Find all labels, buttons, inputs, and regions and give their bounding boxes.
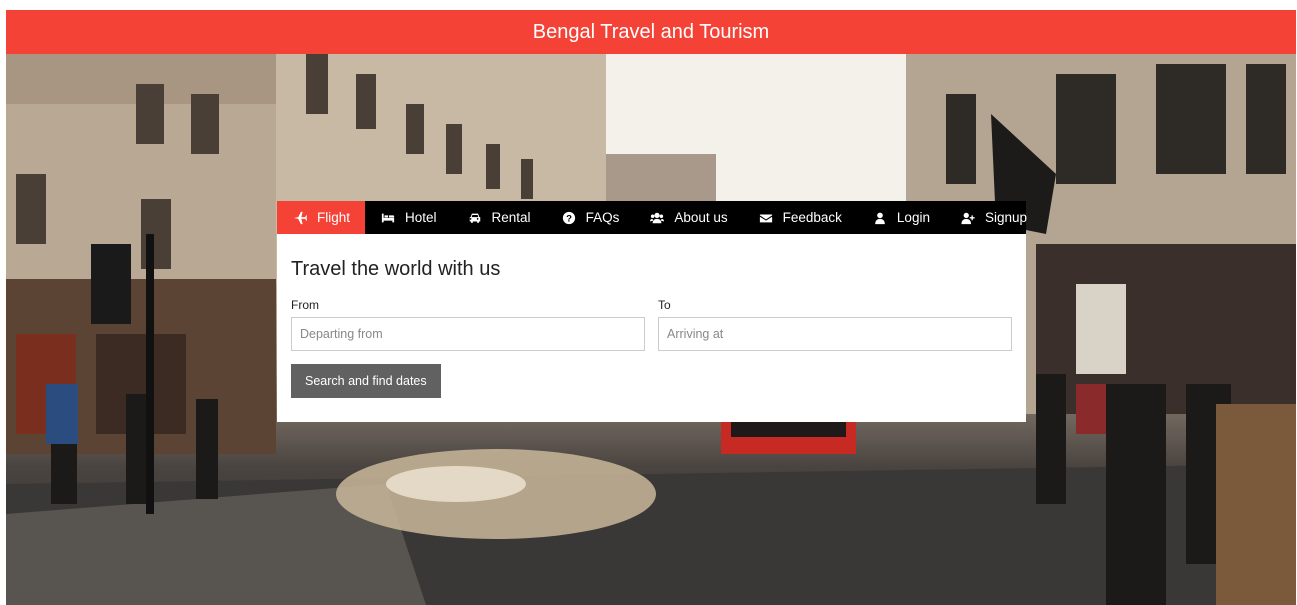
svg-text:?: ?: [566, 213, 572, 224]
tab-faqs-label: FAQs: [585, 210, 620, 225]
tab-rental[interactable]: Rental: [452, 201, 546, 234]
flight-search-form: Travel the world with us From To Search …: [277, 234, 1026, 398]
tab-hotel-label: Hotel: [405, 210, 437, 225]
tab-faqs[interactable]: ? FAQs: [546, 201, 635, 234]
to-label: To: [658, 298, 671, 312]
tab-feedback-label: Feedback: [782, 210, 842, 225]
bed-icon: [380, 211, 396, 225]
to-input[interactable]: [658, 317, 1012, 351]
from-label: From: [291, 298, 319, 312]
tab-feedback[interactable]: Feedback: [743, 201, 857, 234]
site-title: Bengal Travel and Tourism: [532, 20, 770, 43]
tab-rental-label: Rental: [491, 210, 531, 225]
users-icon: [649, 211, 665, 225]
search-button[interactable]: Search and find dates: [291, 364, 441, 398]
tab-signup-label: Signup: [984, 210, 1028, 225]
form-title: Travel the world with us: [291, 258, 501, 280]
tab-about-us-label: About us: [674, 210, 728, 225]
tab-hotel[interactable]: Hotel: [365, 201, 452, 234]
tab-about-us[interactable]: About us: [634, 201, 742, 234]
user-plus-icon: [960, 211, 976, 225]
to-field-group: To: [658, 298, 1012, 351]
tab-nav: Flight Hotel Rental ? FAQs About us Feed…: [277, 201, 1027, 234]
tab-signup[interactable]: Signup: [945, 201, 1042, 234]
car-icon: [467, 211, 483, 225]
plane-icon: [292, 211, 308, 225]
site-header: Bengal Travel and Tourism: [6, 10, 1296, 54]
tab-flight-label: Flight: [317, 210, 351, 225]
tab-login-label: Login: [896, 210, 930, 225]
tab-login[interactable]: Login: [857, 201, 945, 234]
user-icon: [872, 211, 888, 225]
envelope-icon: [758, 211, 774, 225]
tab-flight[interactable]: Flight: [277, 201, 366, 234]
from-field-group: From: [291, 298, 645, 351]
booking-card: Flight Hotel Rental ? FAQs About us Feed…: [277, 201, 1027, 422]
from-input[interactable]: [291, 317, 645, 351]
question-icon: ?: [561, 211, 577, 225]
